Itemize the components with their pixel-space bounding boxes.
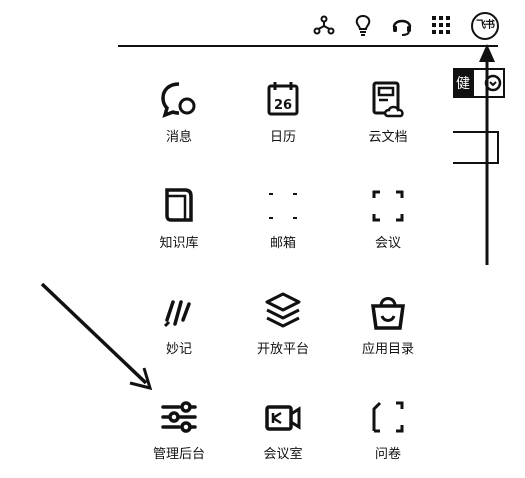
nodes-icon[interactable] — [313, 14, 335, 36]
avatar[interactable]: 飞书 — [471, 12, 499, 40]
cloud-doc-icon — [366, 78, 410, 122]
headset-icon[interactable] — [391, 14, 413, 36]
message-icon — [157, 78, 201, 122]
annotation-arrowhead-diagonal — [129, 367, 153, 391]
app-mail[interactable]: 邮箱 — [238, 184, 328, 251]
panel-top-border — [118, 45, 498, 47]
app-meeting[interactable]: 会议 — [343, 184, 433, 251]
mail-icon — [261, 184, 305, 228]
side-divider — [453, 162, 498, 164]
calendar-icon: 26 — [261, 78, 305, 122]
minutes-icon — [157, 290, 201, 334]
knowledge-base-icon — [157, 184, 201, 228]
app-calendar[interactable]: 26 日历 — [238, 78, 328, 145]
lightbulb-icon[interactable] — [352, 14, 374, 36]
app-minutes[interactable]: 妙记 — [134, 290, 224, 357]
meeting-room-icon — [261, 395, 305, 439]
open-platform-icon — [261, 290, 305, 334]
apps-grid-icon[interactable] — [430, 14, 452, 36]
app-message[interactable]: 消息 — [134, 78, 224, 145]
app-cloud-doc[interactable]: 云文档 — [343, 78, 433, 145]
side-widget-text: 健 — [456, 76, 470, 92]
side-widget[interactable]: 健 — [453, 68, 505, 98]
side-divider — [453, 131, 498, 133]
admin-console-icon — [157, 395, 201, 439]
app-admin-console[interactable]: 管理后台 — [134, 395, 224, 462]
app-directory-icon — [366, 290, 410, 334]
app-open-platform[interactable]: 开放平台 — [238, 290, 328, 357]
calendar-date-text: 26 — [274, 98, 292, 113]
app-knowledge-base[interactable]: 知识库 — [134, 184, 224, 251]
app-meeting-room[interactable]: 会议室 — [238, 395, 328, 462]
meeting-icon — [366, 184, 410, 228]
survey-icon — [366, 395, 410, 439]
app-survey[interactable]: 问卷 — [343, 395, 433, 462]
annotation-arrow-diagonal — [40, 282, 148, 385]
app-directory[interactable]: 应用目录 — [343, 290, 433, 357]
side-divider — [497, 131, 499, 164]
